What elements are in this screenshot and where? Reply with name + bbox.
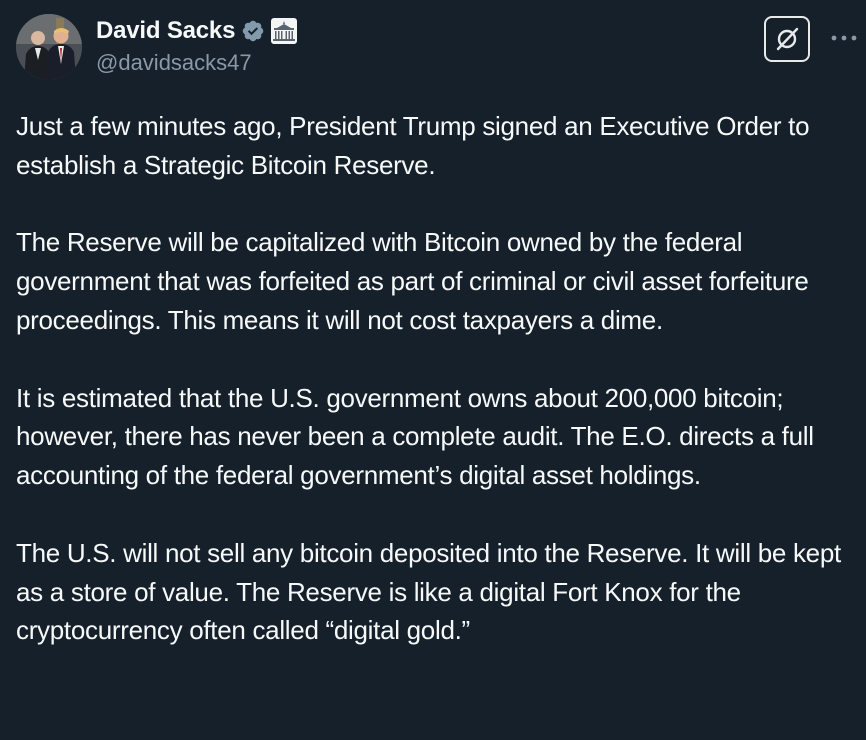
tweet-header: David Sacks @davidsacks47 xyxy=(0,0,866,100)
tweet-paragraph: The U.S. will not sell any bitcoin depos… xyxy=(16,537,841,646)
author-handle[interactable]: @davidsacks47 xyxy=(96,50,252,76)
author-display-name[interactable]: David Sacks xyxy=(96,17,235,45)
tweet-paragraph: Just a few minutes ago, President Trump … xyxy=(16,111,810,180)
grok-icon xyxy=(776,27,799,51)
author-name-row: David Sacks xyxy=(96,16,298,46)
avatar-photo xyxy=(16,14,82,80)
verified-badge-icon[interactable] xyxy=(241,19,265,43)
tweet-paragraph: It is estimated that the U.S. government… xyxy=(16,382,814,491)
more-options-icon xyxy=(831,35,857,41)
avatar[interactable] xyxy=(16,14,82,80)
grok-button[interactable] xyxy=(764,16,810,62)
tweet-text: Just a few minutes ago, President Trump … xyxy=(16,107,862,689)
more-options-button[interactable] xyxy=(828,26,860,50)
white-house-icon[interactable] xyxy=(271,18,298,44)
tweet-paragraph: The Reserve will be capitalized with Bit… xyxy=(16,227,809,335)
